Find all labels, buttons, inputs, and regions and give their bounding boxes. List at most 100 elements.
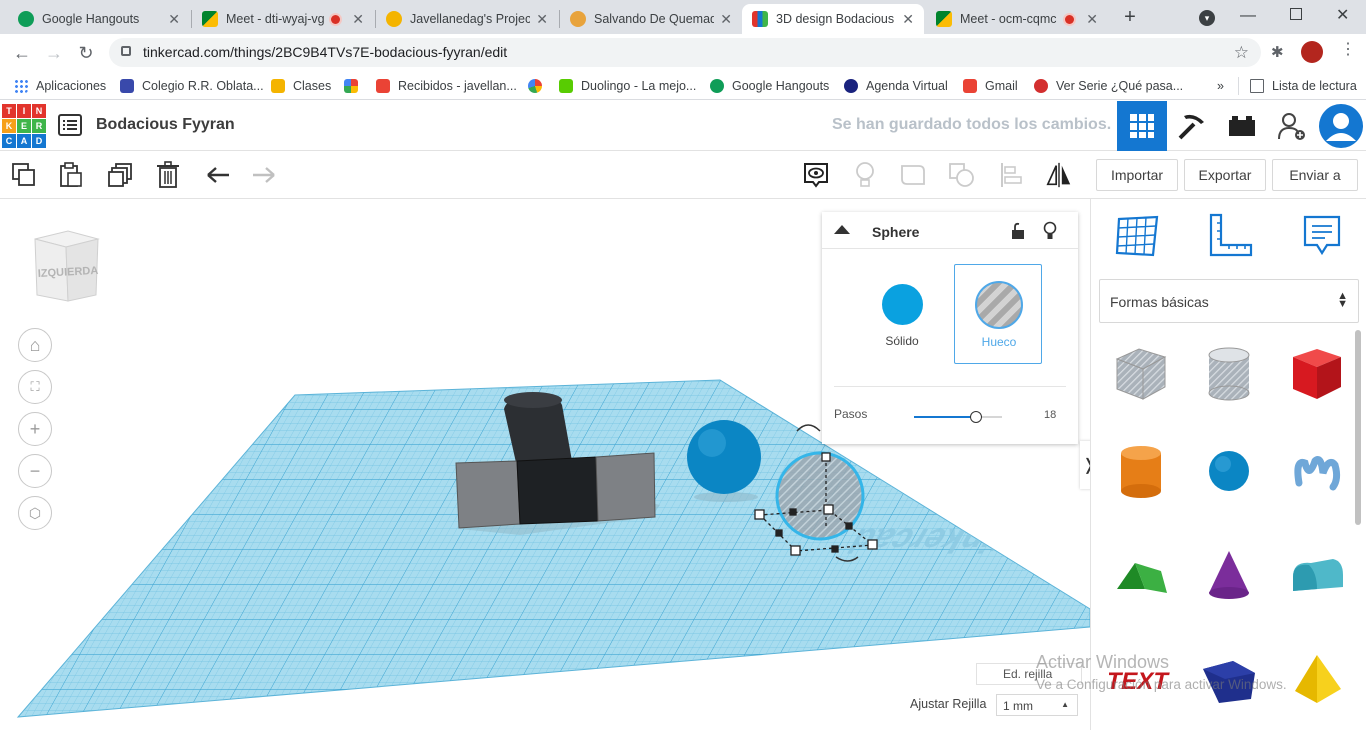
perspective-button[interactable]: ⬡ (18, 496, 52, 530)
ungroup-icon[interactable] (948, 161, 976, 189)
design-list-icon[interactable] (58, 114, 82, 139)
group-icon[interactable] (899, 161, 927, 189)
view-cube[interactable]: IZQUIERDA (30, 227, 102, 307)
tinkercad-logo[interactable]: T I N K E R C A D (2, 104, 46, 148)
reading-list-button[interactable]: Lista de lectura (1250, 76, 1357, 96)
shape-roof[interactable] (1109, 543, 1173, 607)
forward-icon[interactable]: → (41, 40, 67, 66)
shape-scribble[interactable] (1285, 439, 1349, 503)
bookmark-hangouts[interactable]: Google Hangouts (710, 76, 829, 96)
minimize-icon[interactable]: — (1240, 7, 1256, 25)
add-user-icon (1278, 113, 1305, 140)
shape-sphere[interactable] (1197, 439, 1261, 503)
duplicate-icon[interactable] (106, 161, 134, 189)
tab-javellanedag-project[interactable]: Javellanedag's Project ✕ (376, 4, 558, 34)
tab-salvando-de-quemadu[interactable]: Salvando De Quemadu ✕ (560, 4, 742, 34)
tab-meet-1[interactable]: Meet - dti-wyaj-vg ✕ (192, 4, 374, 34)
shape-cylinder-hole[interactable] (1197, 341, 1261, 405)
shape-pyramid[interactable] (1285, 643, 1349, 707)
bookmark-recibidos[interactable]: Recibidos - javellan... (376, 76, 517, 96)
shapes-scrollbar[interactable] (1355, 330, 1361, 525)
reading-list-icon (1250, 79, 1264, 93)
back-icon[interactable]: ← (9, 40, 35, 66)
shape-cone[interactable] (1197, 543, 1261, 607)
more-bookmarks-icon[interactable]: » (1217, 76, 1224, 96)
profile-avatar[interactable] (1301, 41, 1323, 63)
bookmark-apps[interactable]: Aplicaciones (14, 76, 106, 96)
shape-box-hole[interactable] (1109, 341, 1173, 405)
new-tab-button[interactable]: + (1118, 5, 1142, 29)
bookmark-agenda[interactable]: Agenda Virtual (844, 76, 948, 96)
delete-icon[interactable] (154, 161, 182, 189)
bookmark-star-icon[interactable]: ☆ (1234, 38, 1249, 67)
bookmark-colegio[interactable]: Colegio R.R. Oblata... (120, 76, 264, 96)
close-tab-icon[interactable]: ✕ (720, 11, 732, 28)
zoom-in-button[interactable]: + (18, 412, 52, 446)
infinity-icon (1034, 79, 1048, 93)
add-user-button[interactable] (1267, 101, 1317, 151)
lightbulb-icon[interactable] (851, 161, 879, 189)
undo-icon[interactable] (204, 161, 232, 189)
collapse-icon[interactable] (834, 225, 850, 234)
extensions-icon[interactable]: ✱ (1271, 43, 1289, 61)
ruler-tool-button[interactable] (1205, 211, 1255, 261)
close-window-icon[interactable]: ✕ (1336, 5, 1349, 25)
close-tab-icon[interactable]: ✕ (1086, 11, 1098, 28)
brick-icon (1229, 116, 1255, 136)
bookmark-ver-serie[interactable]: Ver Serie ¿Qué pasa... (1034, 76, 1183, 96)
tab-meet-2[interactable]: Meet - ocm-cqmc ✕ (926, 4, 1108, 34)
solid-option[interactable]: Sólido (858, 264, 946, 364)
3d-design-view-button[interactable] (1117, 101, 1167, 151)
blocks-view-button[interactable] (1167, 101, 1217, 151)
send-to-button[interactable]: Enviar a (1272, 159, 1358, 191)
export-button[interactable]: Exportar (1184, 159, 1266, 191)
hole-option[interactable]: Hueco (954, 264, 1042, 364)
import-button[interactable]: Importar (1096, 159, 1178, 191)
shape-round-roof[interactable] (1285, 543, 1349, 607)
bookmark-google[interactable] (528, 76, 550, 96)
design-title[interactable]: Bodacious Fyyran (96, 116, 235, 134)
solid-sphere[interactable] (687, 420, 761, 494)
steps-slider-knob[interactable] (969, 411, 982, 423)
close-tab-icon[interactable]: ✕ (352, 11, 364, 28)
lock-icon[interactable] (1010, 222, 1026, 243)
bookmark-photos[interactable] (344, 76, 366, 96)
bookmark-clases[interactable]: Clases (271, 76, 331, 96)
shape-cylinder[interactable] (1109, 439, 1173, 503)
zoom-out-button[interactable]: − (18, 454, 52, 488)
copy-icon[interactable] (10, 161, 38, 189)
bricks-view-button[interactable] (1217, 101, 1267, 151)
shape-category-select[interactable]: Formas básicas ▲ ▼ (1099, 279, 1359, 323)
solid-color-swatch (882, 284, 923, 325)
close-tab-icon[interactable]: ✕ (168, 11, 180, 28)
fit-view-button[interactable]: ⛶ (18, 370, 52, 404)
notes-icon[interactable] (802, 161, 830, 189)
tab-tinkercad-design[interactable]: 3D design Bodacious F ✕ (742, 4, 924, 34)
url-field[interactable]: tinkercad.com/things/2BC9B4TVs7E-bodacio… (109, 38, 1261, 67)
user-avatar[interactable] (1316, 101, 1366, 151)
workplane-tool-button[interactable] (1113, 211, 1163, 261)
align-icon[interactable] (997, 161, 1025, 189)
tab-google-hangouts[interactable]: Google Hangouts ✕ (8, 4, 190, 34)
paste-icon[interactable] (57, 161, 85, 189)
gmail-icon (376, 79, 390, 93)
close-tab-icon[interactable]: ✕ (536, 11, 548, 28)
visibility-bulb-icon[interactable] (1043, 221, 1057, 244)
recording-icon (331, 14, 341, 24)
steps-slider[interactable] (914, 411, 1002, 423)
chrome-menu-icon[interactable]: ⋮ (1340, 39, 1356, 59)
home-view-button[interactable]: ⌂ (18, 328, 52, 362)
bookmark-duolingo[interactable]: Duolingo - La mejo... (559, 76, 696, 96)
redo-icon[interactable] (250, 161, 278, 189)
bookmark-gmail[interactable]: Gmail (963, 76, 1018, 96)
notes-tool-button[interactable] (1297, 211, 1347, 261)
snap-grid-select[interactable]: 1 mm ▲ (996, 694, 1078, 716)
shape-box[interactable] (1285, 341, 1349, 405)
gray-box[interactable] (455, 452, 656, 529)
reload-icon[interactable]: ↻ (73, 40, 99, 66)
mirror-icon[interactable] (1045, 161, 1073, 189)
grid-icon (1130, 114, 1154, 138)
tab-search-icon[interactable]: ▾ (1199, 10, 1215, 26)
close-tab-icon[interactable]: ✕ (902, 11, 914, 28)
restore-icon[interactable] (1290, 8, 1302, 20)
